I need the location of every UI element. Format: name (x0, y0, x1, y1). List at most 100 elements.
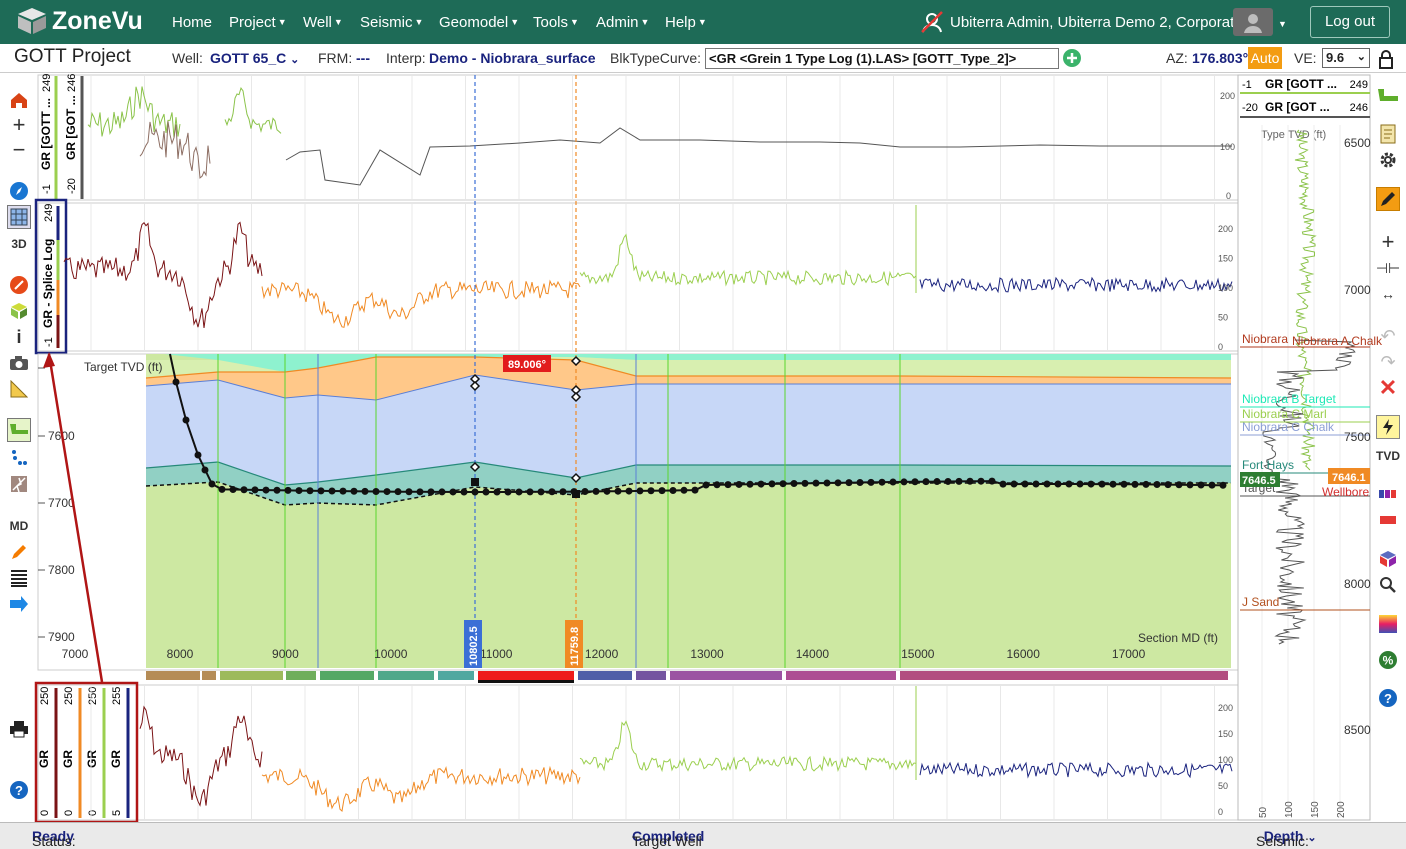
zone-color-bar[interactable] (146, 671, 1228, 683)
type-bottom-tick-100: 100 (1284, 801, 1295, 818)
bottom-tick-50: 50 (1218, 781, 1228, 791)
survey-point (625, 487, 633, 495)
bottom-tick-0: 0 (1218, 807, 1223, 817)
survey-point (1208, 481, 1216, 489)
survey-point (284, 486, 292, 494)
survey-point (702, 481, 710, 489)
splice-track-label: GR - Splice Log (41, 239, 55, 328)
md-marker-value-1: 10802.5 (468, 626, 480, 666)
survey-point (592, 487, 600, 495)
section-y-tick-7900: 7900 (48, 630, 75, 644)
survey-point (1153, 481, 1161, 489)
type-depth-8500: 8500 (1344, 723, 1371, 737)
survey-point (790, 480, 798, 488)
section-x-tick-8000: 8000 (167, 647, 194, 661)
survey-point (1219, 481, 1227, 489)
survey-point (636, 487, 644, 495)
survey-point (262, 486, 270, 494)
section-x-tick-11000: 11000 (480, 647, 513, 661)
survey-point (218, 485, 226, 493)
survey-point (295, 487, 303, 495)
survey-point (757, 480, 765, 488)
survey-point (746, 480, 754, 488)
survey-point (658, 487, 666, 495)
type-log-row2-min: -20 (1242, 102, 1258, 114)
section-x-tick-14000: 14000 (796, 647, 830, 661)
survey-point (172, 378, 180, 386)
zone-segment (900, 671, 1228, 680)
formation-top-label: Niobrara A Chalk (1292, 334, 1383, 348)
bottom-curve-label: GR (61, 750, 75, 768)
survey-point (372, 487, 380, 495)
zonevu-app: ZoneVu Home Project ▼ Well ▼ Seismic ▼ Geom… (0, 0, 1406, 849)
survey-point (889, 478, 897, 486)
survey-point (955, 477, 963, 485)
md-marker-value-2: 11759.8 (569, 627, 581, 666)
survey-point (603, 487, 611, 495)
bottom-curve-max: 250 (39, 687, 51, 705)
survey-point (306, 487, 314, 495)
survey-point (548, 488, 556, 496)
survey-point (383, 488, 391, 496)
bottom-curve-label: GR (109, 750, 123, 768)
survey-point (779, 480, 787, 488)
splice-tick-0: 0 (1218, 342, 1223, 352)
section-x-tick-17000: 17000 (1112, 647, 1146, 661)
target-status: Target Well Status: Completed (632, 828, 704, 849)
splice-tick-50: 50 (1218, 313, 1228, 323)
formation-top-label: Niobrara B Target (1242, 392, 1336, 406)
splice-tick-150: 150 (1218, 254, 1233, 264)
survey-point (1098, 480, 1106, 488)
survey-point (328, 487, 336, 495)
splice-track-max: 249 (43, 204, 55, 222)
survey-point (449, 488, 457, 496)
survey-point (680, 486, 688, 494)
survey-point (1032, 480, 1040, 488)
splice-tick-100: 100 (1218, 283, 1233, 293)
formation-top-label: Fort Hays (1242, 458, 1294, 472)
seismic-mode[interactable]: Seismic: Depth ⌄ (1256, 828, 1317, 849)
survey-point (768, 480, 776, 488)
survey-point (823, 479, 831, 487)
survey-point (988, 477, 996, 485)
survey-point (273, 486, 281, 494)
survey-point (504, 488, 512, 496)
zone-segment (670, 671, 782, 680)
survey-point (1043, 480, 1051, 488)
survey-point (845, 479, 853, 487)
bottom-curve-max: 250 (87, 687, 99, 705)
section-x-tick-7000: 7000 (62, 647, 89, 661)
survey-point (361, 487, 369, 495)
survey-point (350, 487, 358, 495)
survey-point (944, 477, 952, 485)
top-tick-0: 0 (1226, 191, 1231, 201)
section-x-tick-9000: 9000 (272, 647, 299, 661)
bottom-curve-min: 0 (39, 810, 51, 816)
formation-top-label: Niobrara C Chalk (1242, 420, 1335, 434)
survey-point (713, 481, 721, 489)
type-log-row1-min: -1 (1242, 79, 1252, 91)
survey-point (1109, 480, 1117, 488)
survey-point (537, 488, 545, 496)
section-x-tick-10000: 10000 (374, 647, 408, 661)
survey-point (339, 487, 347, 495)
survey-point (240, 486, 248, 494)
geosteering-canvas[interactable]: GR [GOTT ... GR [GOT ... 249 -1 246 -20 … (0, 0, 1406, 849)
type-log-row2-max: 246 (1350, 102, 1368, 114)
splice-tick-200: 200 (1218, 224, 1233, 234)
zone-segment (286, 671, 316, 680)
top-track-label-2: GR [GOT ... (64, 95, 78, 160)
bottom-curve-max: 255 (111, 687, 123, 705)
survey-point (1142, 480, 1150, 488)
survey-point (966, 477, 974, 485)
survey-point (194, 451, 202, 459)
type-depth-6500: 6500 (1344, 136, 1371, 150)
survey-point (1021, 480, 1029, 488)
top-track-min2: -20 (66, 178, 78, 194)
section-y-tick-7800: 7800 (48, 563, 75, 577)
survey-point (614, 487, 622, 495)
type-bottom-tick-50: 50 (1258, 806, 1269, 818)
survey-point (460, 488, 468, 496)
top-log-track (37, 74, 1239, 201)
zone-segment (478, 671, 574, 680)
